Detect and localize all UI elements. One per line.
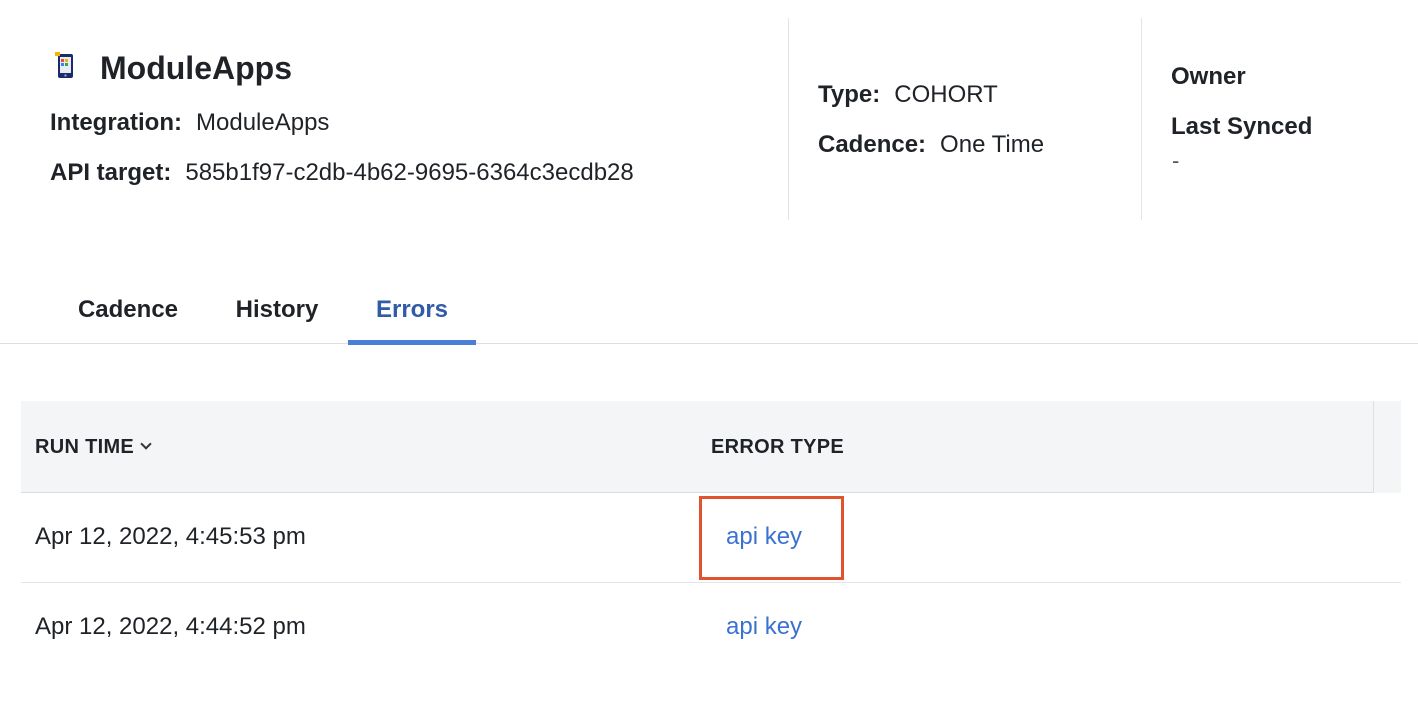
error-type-link[interactable]: api key xyxy=(726,523,802,551)
header-divider xyxy=(1141,18,1142,220)
app-name: ModuleApps xyxy=(100,50,292,86)
type-label: Type: xyxy=(818,81,881,108)
cadence-row: Cadence: One Time xyxy=(818,131,1044,159)
owner-label: Owner xyxy=(1171,63,1246,90)
integration-value: ModuleApps xyxy=(196,109,330,136)
run-time-cell: Apr 12, 2022, 4:45:53 pm xyxy=(35,523,306,550)
column-header-run-time[interactable]: RUN TIME xyxy=(35,436,152,459)
phone-app-icon xyxy=(55,52,73,78)
error-type-link[interactable]: api key xyxy=(726,613,802,641)
tab-errors[interactable]: Errors xyxy=(348,280,476,345)
tab-history[interactable]: History xyxy=(212,280,342,344)
api-target-value: 585b1f97-c2db-4b62-9695-6364c3ecdb28 xyxy=(185,159,634,186)
table-header-spacer xyxy=(1373,401,1401,493)
type-row: Type: COHORT xyxy=(818,81,998,109)
integration-label: Integration: xyxy=(50,109,182,136)
errors-table: RUN TIME ERROR TYPE Apr 12, 2022, 4:45:5… xyxy=(21,401,1401,673)
last-synced-label: Last Synced xyxy=(1171,113,1313,140)
integration-header: ModuleApps Integration: ModuleApps API ta… xyxy=(0,0,1418,230)
tab-bar: Cadence History Errors xyxy=(0,280,1418,345)
table-header: RUN TIME ERROR TYPE xyxy=(21,401,1401,493)
table-row: Apr 12, 2022, 4:44:52 pm api key xyxy=(21,583,1401,673)
cadence-value: One Time xyxy=(940,131,1045,158)
integration-row: Integration: ModuleApps xyxy=(50,109,329,137)
header-divider xyxy=(788,18,789,220)
chevron-down-icon xyxy=(140,438,152,450)
api-target-label: API target: xyxy=(50,159,172,186)
last-synced-value: - xyxy=(1172,148,1180,173)
column-header-error-type: ERROR TYPE xyxy=(711,436,845,458)
table-row: Apr 12, 2022, 4:45:53 pm api key xyxy=(21,493,1401,583)
run-time-cell: Apr 12, 2022, 4:44:52 pm xyxy=(35,613,306,640)
api-target-row: API target: 585b1f97-c2db-4b62-9695-6364c… xyxy=(50,159,634,187)
tab-cadence[interactable]: Cadence xyxy=(58,280,198,344)
type-value: COHORT xyxy=(894,81,998,108)
cadence-label: Cadence: xyxy=(818,131,927,158)
run-time-header-label: RUN TIME xyxy=(35,436,135,458)
